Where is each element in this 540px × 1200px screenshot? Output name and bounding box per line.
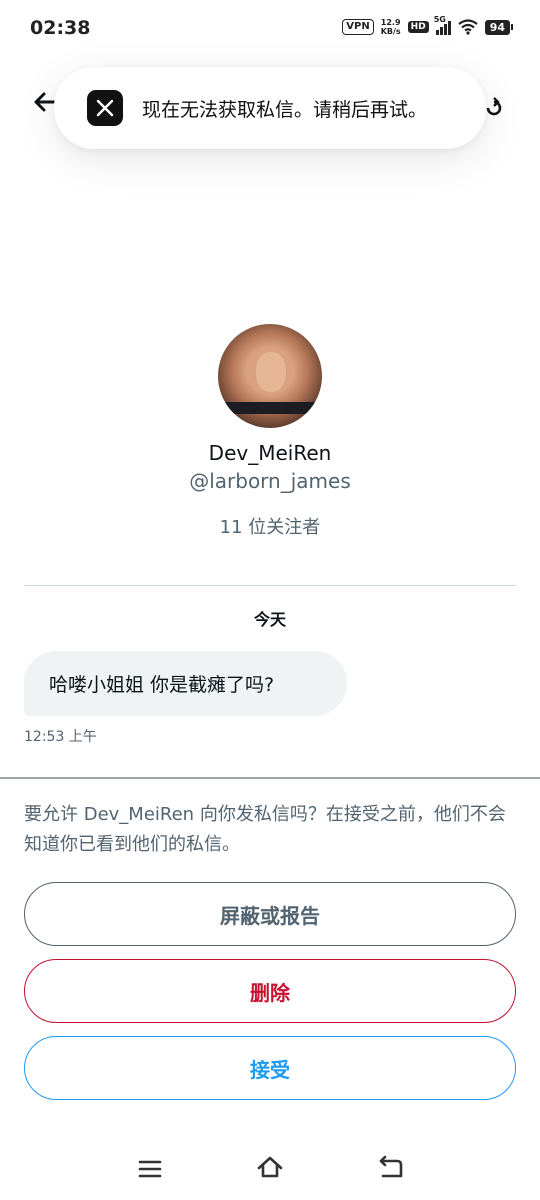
status-time: 02:38 [30,17,91,39]
return-icon [379,1155,403,1178]
profile-display-name[interactable]: Dev_MeiRen [0,441,540,465]
divider [24,585,516,586]
net-speed: 12.9 KB/s [381,18,401,36]
accept-button[interactable]: 接受 [24,1036,516,1100]
message-timestamp: 12:53 上午 [24,729,97,745]
delete-button[interactable]: 删除 [24,959,516,1023]
net-speed-unit: KB/s [380,27,401,36]
toast-message: 现在无法获取私信。请稍后再试。 [142,98,428,121]
error-toast: 现在无法获取私信。请稍后再试。 [54,67,486,149]
block-or-report-button[interactable]: 屏蔽或报告 [24,882,516,946]
battery-indicator: 94 [484,19,514,35]
system-nav-bar [0,1140,540,1200]
followers-count: 11 位关注者 [219,517,321,538]
accept-label: 接受 [250,1057,290,1082]
status-icons: VPN 12.9 KB/s HD 5G 94 [342,15,514,36]
message-request-prompt: 要允许 Dev_MeiRen 向你发私信吗？在接受之前，他们不会知道你已看到他们… [24,804,506,855]
net-speed-value: 12.9 [380,18,401,27]
profile-handle: @larborn_james [189,469,351,493]
hd-icon: HD [407,21,429,33]
home-icon [257,1156,283,1178]
system-back-button[interactable] [377,1154,405,1182]
divider [0,777,540,779]
vpn-icon: VPN [342,19,374,35]
message-bubble[interactable]: 哈喽小姐姐 你是截瘫了吗? [24,651,347,716]
menu-icon [138,1160,162,1178]
delete-label: 删除 [250,980,290,1005]
wifi-icon [458,19,478,35]
x-logo-icon [87,90,123,126]
message-text: 哈喽小姐姐 你是截瘫了吗? [49,674,275,696]
date-label: 今天 [253,610,286,629]
signal-icon: 5G [434,15,451,35]
status-bar: 02:38 VPN 12.9 KB/s HD 5G 94 [0,0,540,60]
recent-apps-button[interactable] [137,1156,163,1182]
avatar[interactable] [218,324,322,428]
block-or-report-label: 屏蔽或报告 [220,903,320,928]
home-button[interactable] [256,1154,284,1182]
network-type: 5G [433,15,446,24]
